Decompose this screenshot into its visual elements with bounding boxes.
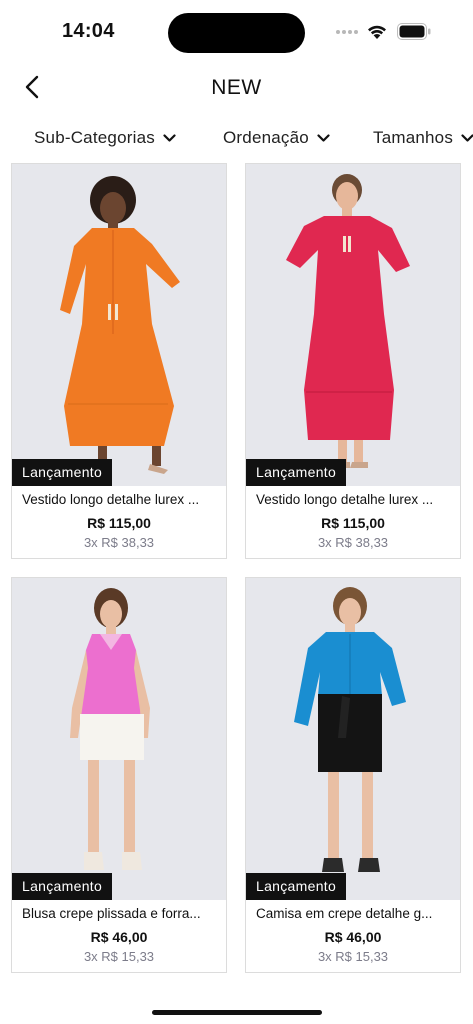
model-illustration xyxy=(12,578,226,900)
chevron-down-icon xyxy=(461,133,473,142)
product-image xyxy=(12,578,226,900)
sizes-filter[interactable]: Tamanhos xyxy=(373,128,473,148)
sort-filter[interactable]: Ordenação xyxy=(223,128,330,148)
wifi-icon xyxy=(368,25,386,39)
page-title: NEW xyxy=(211,76,262,99)
chevron-down-icon xyxy=(317,133,330,142)
model-illustration xyxy=(246,578,460,900)
product-price: R$ 46,00 xyxy=(324,929,382,945)
chevron-down-icon xyxy=(163,133,176,142)
filter-label: Sub-Categorias xyxy=(34,128,155,147)
product-card[interactable]: Lançamento Vestido longo detalhe lurex .… xyxy=(11,163,227,559)
product-card[interactable]: Lançamento Blusa crepe plissada e forra.… xyxy=(11,577,227,973)
product-card[interactable]: Lançamento Vestido longo detalhe lurex .… xyxy=(245,163,461,559)
status-time: 14:04 xyxy=(62,20,115,42)
home-indicator[interactable] xyxy=(152,1010,322,1015)
status-bar: 14:04 xyxy=(0,0,473,62)
launch-badge: Lançamento xyxy=(12,459,113,486)
product-installments: 3x R$ 38,33 xyxy=(317,535,389,550)
product-installments: 3x R$ 38,33 xyxy=(83,535,155,550)
dynamic-island xyxy=(168,13,305,53)
subcategories-filter[interactable]: Sub-Categorias xyxy=(34,128,176,148)
product-name: Camisa em crepe detalhe g... xyxy=(256,906,433,921)
product-name: Vestido longo detalhe lurex ... xyxy=(256,492,434,507)
product-price: R$ 46,00 xyxy=(90,929,148,945)
filter-label: Ordenação xyxy=(223,128,309,147)
header: NEW xyxy=(0,62,473,114)
launch-badge: Lançamento xyxy=(12,873,113,900)
model-illustration xyxy=(246,164,460,486)
product-installments: 3x R$ 15,33 xyxy=(317,949,389,964)
model-illustration xyxy=(12,164,226,486)
product-name: Blusa crepe plissada e forra... xyxy=(22,906,201,921)
product-installments: 3x R$ 15,33 xyxy=(83,949,155,964)
battery-icon xyxy=(397,23,431,40)
filter-bar: Sub-Categorias Ordenação Tamanhos xyxy=(0,124,473,156)
product-price: R$ 115,00 xyxy=(321,515,385,531)
product-image xyxy=(12,164,226,486)
product-name: Vestido longo detalhe lurex ... xyxy=(22,492,200,507)
cellular-signal-icon xyxy=(336,30,358,34)
launch-badge: Lançamento xyxy=(246,459,347,486)
launch-badge: Lançamento xyxy=(246,873,347,900)
product-price: R$ 115,00 xyxy=(87,515,151,531)
filter-label: Tamanhos xyxy=(373,128,454,147)
product-image xyxy=(246,164,460,486)
product-image xyxy=(246,578,460,900)
product-card[interactable]: Lançamento Camisa em crepe detalhe g... … xyxy=(245,577,461,973)
